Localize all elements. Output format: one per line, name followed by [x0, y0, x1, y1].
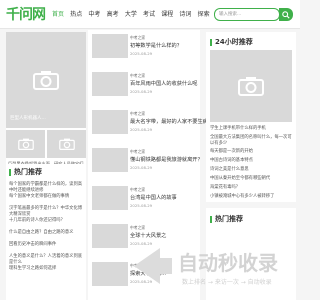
article-tag[interactable]: 中考之家 [130, 225, 145, 231]
nav-exam[interactable]: 考试 [143, 9, 155, 18]
article-tag[interactable]: 中考之家 [130, 35, 145, 41]
right-hot-title-wrap: 热门推荐 [210, 214, 243, 224]
list-item[interactable]: 每个国家中文老师都在做的事情 [9, 194, 84, 200]
article-thumb[interactable] [92, 72, 128, 96]
list-item[interactable]: 海棠花有毒吗？ [210, 185, 292, 191]
watermark-logo: 自动秒收录 数上排名 → 来访一次 → 自动收录 [130, 236, 300, 296]
camera-icon [238, 77, 264, 96]
article-tag[interactable]: 中考之家 [130, 187, 145, 193]
article-title[interactable]: 百年风雨中国人的收获什么呢 [130, 80, 197, 87]
nav-gaokao[interactable]: 高考 [107, 9, 119, 18]
list-item[interactable]: 十几年前的诗人你还记得吗？ [9, 218, 84, 224]
article-thumb[interactable] [92, 262, 128, 286]
nav-home[interactable]: 首页 [52, 9, 64, 18]
left-hot-title: 热门推荐 [14, 168, 42, 176]
article-title[interactable]: 初等数学是什么样的？ [130, 42, 182, 49]
list-item[interactable]: 每天都是一次新的开始 [210, 149, 292, 155]
article-entry[interactable]: 中考之家 初等数学是什么样的？ 2025-08-29 [92, 34, 196, 68]
article-title[interactable]: 懂山钢铁路都是我旅游就离开？ [130, 156, 203, 163]
list-item[interactable]: 学生上课手机带什么样的手机 [210, 126, 292, 132]
article-date: 2025-08-29 [130, 51, 153, 56]
list-item[interactable]: 回看历史冲击的瞬间事件 [9, 242, 84, 248]
thumb-image-2[interactable] [47, 130, 86, 158]
article-title[interactable]: 台湾是中国人的故事 [130, 194, 177, 201]
right-24h-card: 24小时推荐 学生上课手机带什么样的手机 全国最大方法集团的名称叫什么，每一次可… [206, 32, 296, 202]
feature-caption: 巨型人形机器人... [10, 116, 46, 121]
article-date: 2025-08-29 [130, 89, 153, 94]
nav-course[interactable]: 课程 [161, 9, 173, 18]
watermark-graphic: 自动秒收录 数上排名 → 来访一次 → 自动收录 [134, 248, 278, 286]
camera-icon [17, 138, 34, 150]
thumb-image-1[interactable] [6, 130, 45, 158]
article-tag[interactable]: 中考之家 [130, 73, 145, 79]
right-24h-title-wrap: 24小时推荐 [210, 37, 253, 47]
list-item[interactable]: 全国最大方法集团的名称叫什么，每一次可以有多少 [210, 135, 292, 146]
right-feature-image[interactable] [210, 50, 292, 122]
list-item[interactable]: 每个国家的学霸都是什么样的，读到高中时还能继续进修 [9, 182, 84, 193]
right-24h-title: 24小时推荐 [215, 38, 253, 46]
left-hot-title-wrap: 热门推荐 [9, 167, 42, 177]
article-date: 2025-08-29 [130, 165, 153, 170]
nav-hot[interactable]: 热点 [70, 9, 82, 18]
nav-zhongkao[interactable]: 中考 [88, 9, 100, 18]
article-thumb[interactable] [92, 110, 128, 134]
section-bar [210, 38, 212, 46]
nav-university[interactable]: 大学 [125, 9, 137, 18]
list-item[interactable]: 中国从秦开始至今都有哪些朝代 [210, 176, 292, 182]
nav-explore[interactable]: 探索 [198, 9, 210, 18]
section-bar [210, 215, 212, 223]
list-item[interactable]: 汉字笔画最多的字是什么？中华文化博大精深欣赏 [9, 206, 84, 217]
header: 千问网 首页 热点 中考 高考 大学 考试 课程 诗词 探索 健康 美食 输入搜… [0, 0, 300, 29]
article-title[interactable]: 最大名字带，最好的人家不要生病心 [130, 118, 213, 125]
watermark-title: 自动秒收录 [178, 251, 278, 275]
article-date: 2025-08-29 [130, 127, 153, 132]
article-date: 2025-08-29 [130, 203, 153, 208]
nav-poetry[interactable]: 诗词 [179, 9, 191, 18]
article-thumb[interactable] [92, 148, 128, 172]
article-thumb[interactable] [92, 34, 128, 58]
article-thumb[interactable] [92, 224, 128, 248]
section-bar [9, 168, 11, 176]
list-item[interactable]: 中国古诗词的基本特点 [210, 158, 292, 164]
article-entry[interactable]: 中考之家 百年风雨中国人的收获什么呢 2025-08-29 [92, 72, 197, 106]
article-tag[interactable]: 中考之家 [130, 149, 145, 155]
article-entry[interactable]: 中考之家 最大名字带，最好的人家不要生病心 2025-08-29 [92, 110, 213, 144]
article-entry[interactable]: 中考之家 懂山钢铁路都是我旅游就离开？ 2025-08-29 [92, 148, 203, 182]
search-button[interactable] [279, 8, 293, 21]
list-item[interactable]: 理科生学习之路如何选择 [9, 266, 84, 272]
camera-icon [33, 71, 59, 90]
list-item[interactable]: 什么是自由之路？自由之路的意义 [9, 230, 84, 236]
list-item[interactable]: 小镇被淹城中心有多少人被转移了 [210, 194, 292, 200]
list-item[interactable]: 人生的意义是什么？人活着的意义到底是什么 [9, 254, 84, 265]
list-item[interactable]: 诗词之美是什么意思 [210, 167, 292, 173]
search-icon [282, 11, 290, 19]
watermark-subtitle: 数上排名 → 来访一次 → 自动收录 [182, 278, 272, 286]
right-hot-title: 热门推荐 [215, 215, 243, 223]
site-logo[interactable]: 千问网 [6, 4, 46, 24]
camera-icon [58, 138, 75, 150]
article-tag[interactable]: 中考之家 [130, 111, 145, 117]
article-entry[interactable]: 中考之家 台湾是中国人的故事 2025-08-29 [92, 186, 196, 220]
search-input[interactable]: 输入搜索... [214, 8, 280, 21]
feature-image[interactable]: 巨型人形机器人... [6, 32, 86, 128]
left-hot-card: 热门推荐 每个国家的学霸都是什么样的，读到高中时还能继续进修 每个国家中文老师都… [6, 164, 86, 300]
article-thumb[interactable] [92, 186, 128, 210]
search-placeholder: 输入搜索... [219, 12, 242, 17]
